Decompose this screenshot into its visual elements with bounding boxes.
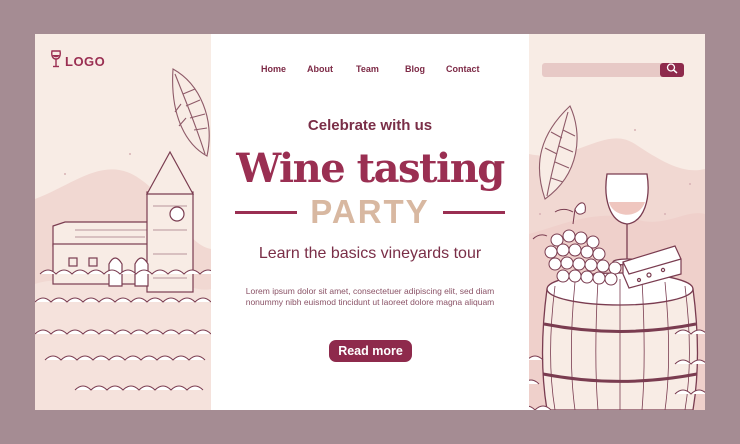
main-nav: Home About Team Blog Contact — [211, 64, 529, 78]
hero-body-text: Lorem ipsum dolor sit amet, consectetuer… — [245, 286, 495, 307]
hero-subtitle: Celebrate with us — [307, 117, 433, 134]
barrel-illustration — [541, 272, 699, 410]
search-input[interactable] — [542, 63, 684, 77]
logo[interactable]: LOGO — [51, 50, 105, 73]
leaf-illustration-left — [172, 68, 210, 157]
hero-tagline: Learn the basics vineyards tour — [258, 245, 482, 262]
divider-right — [443, 211, 505, 214]
logo-text: LOGO — [65, 54, 106, 69]
search-button[interactable] — [660, 63, 684, 77]
nav-link-blog[interactable]: Blog — [405, 64, 425, 74]
landing-page: LOGO Home About Team Blog Contact Celebr… — [35, 34, 705, 410]
nav-link-about[interactable]: About — [307, 64, 333, 74]
nav-link-contact[interactable]: Contact — [446, 64, 480, 74]
nav-link-team[interactable]: Team — [356, 64, 379, 74]
wine-glass-icon — [51, 50, 61, 73]
nav-link-home[interactable]: Home — [261, 64, 286, 74]
hero-title: Wine tasting — [236, 145, 505, 192]
read-more-button[interactable]: Read more — [329, 340, 412, 362]
hero-title-highlight-row: PARTY — [235, 194, 505, 230]
search-icon — [666, 61, 678, 79]
